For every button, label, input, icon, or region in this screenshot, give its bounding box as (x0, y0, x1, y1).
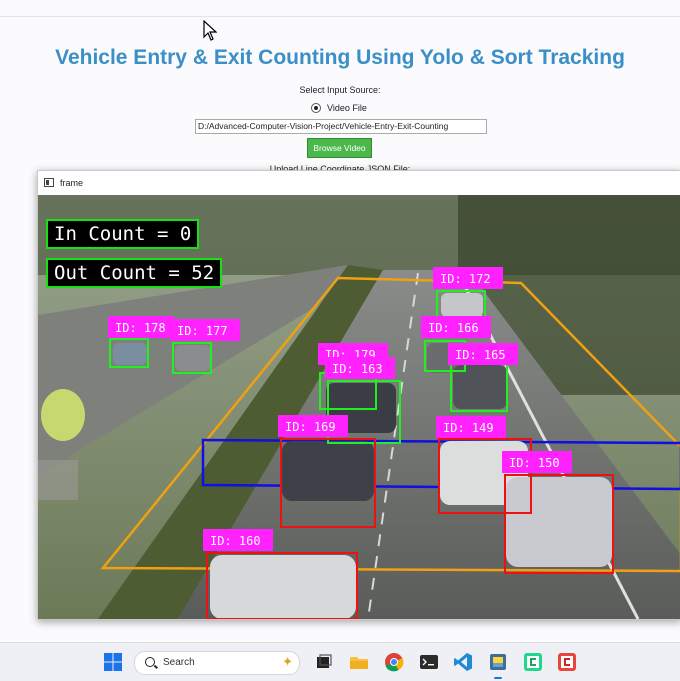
select-source-label: Select Input Source: (299, 85, 381, 95)
chrome-icon[interactable] (384, 652, 404, 672)
in-count-display: In Count = 0 (46, 219, 200, 249)
label-160: ID: 160 (210, 534, 261, 548)
video-frame: ID: 172 ID: 178 ID: 177 ID: 166 ID: 179 … (38, 195, 680, 619)
taskbar-search-box[interactable]: Search ✦ (134, 651, 300, 675)
label-150: ID: 150 (509, 456, 560, 470)
car-177 (175, 345, 211, 371)
vscode-icon[interactable] (453, 652, 473, 672)
terminal-icon[interactable] (419, 652, 439, 672)
label-172: ID: 172 (440, 272, 491, 286)
mouse-cursor-icon (203, 20, 217, 41)
frame-window[interactable]: frame ID: 172 ID: 178 ID: 177 ID: 166 ID… (37, 170, 680, 620)
page-title: Vehicle Entry & Exit Counting Using Yolo… (55, 46, 625, 69)
label-166: ID: 166 (428, 321, 479, 335)
car-150 (506, 477, 612, 567)
python-app-icon[interactable] (488, 652, 508, 672)
car-172 (441, 293, 483, 317)
window-app-icon (44, 178, 54, 187)
label-177: ID: 177 (177, 324, 228, 338)
search-placeholder: Search (163, 657, 195, 668)
video-file-label: Video File (327, 103, 367, 113)
search-icon (145, 657, 155, 667)
label-178: ID: 178 (115, 321, 166, 335)
frame-title: frame (60, 178, 84, 188)
window-top-edge (0, 16, 680, 17)
pycharm-red-icon[interactable] (557, 652, 577, 672)
label-169: ID: 169 (285, 420, 336, 434)
video-file-radio-option[interactable]: Video File (311, 103, 367, 113)
left-car-shadow (38, 460, 78, 500)
windows-taskbar: Search ✦ (0, 642, 680, 681)
file-explorer-icon[interactable] (349, 652, 369, 672)
label-163: ID: 163 (332, 362, 383, 376)
left-car (41, 389, 85, 441)
video-path-input[interactable]: D:/Advanced-Computer-Vision-Project/Vehi… (195, 119, 487, 134)
label-149: ID: 149 (443, 421, 494, 435)
pycharm-green-icon[interactable] (523, 652, 543, 672)
copilot-sparkle-icon: ✦ (282, 654, 293, 669)
active-app-indicator (494, 677, 502, 679)
car-160 (210, 555, 356, 619)
browse-video-button[interactable]: Browse Video (307, 138, 372, 158)
out-count-display: Out Count = 52 (46, 258, 223, 288)
task-view-icon[interactable] (314, 652, 334, 672)
car-169 (282, 441, 374, 501)
radio-selected-icon[interactable] (311, 103, 321, 113)
label-165: ID: 165 (455, 348, 506, 362)
car-178 (113, 343, 147, 365)
frame-titlebar[interactable]: frame (38, 171, 680, 195)
windows-start-icon[interactable] (103, 652, 123, 672)
